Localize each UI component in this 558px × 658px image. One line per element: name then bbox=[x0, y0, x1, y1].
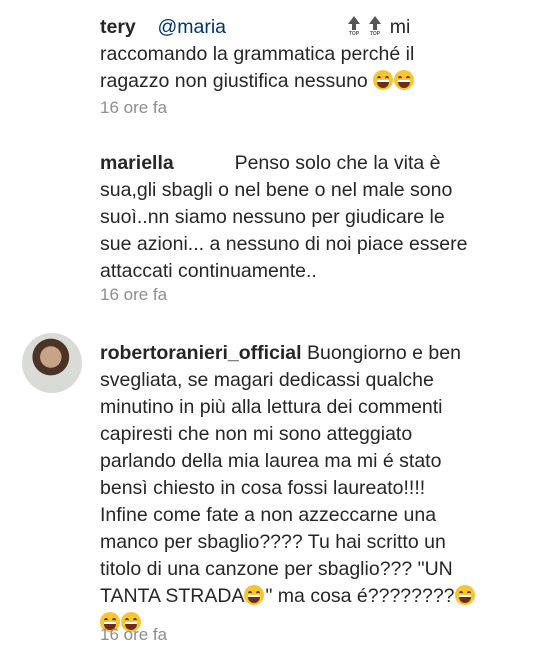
comment-text: parlando della mia laurea ma mi é stato bbox=[100, 450, 442, 472]
comment-text: minutino in più alla lettura dei comment… bbox=[100, 396, 443, 418]
comment-robertoranieri: robertoranieri_official Buongiorno e ben… bbox=[100, 340, 540, 637]
comment-text: sue azioni... a nessuno di noi piace ess… bbox=[100, 233, 468, 255]
comment-text: sua,gli sbagli o nel bene o nel male son… bbox=[100, 179, 453, 201]
comment-text: Buongiorno e ben bbox=[306, 342, 461, 364]
avatar[interactable] bbox=[22, 333, 82, 393]
comments-page: tery @maria TOP TOP mi raccomando la gra… bbox=[0, 0, 558, 658]
comment-text: mi bbox=[389, 16, 411, 38]
comment-text: Penso solo che la vita è bbox=[234, 152, 441, 174]
comment-text: svegliata, se magari dedicassi qualche bbox=[100, 369, 434, 391]
comment-timestamp: 16 ore fa bbox=[100, 625, 168, 644]
svg-text:TOP: TOP bbox=[349, 31, 360, 35]
comment-text: raccomando la grammatica perché il bbox=[100, 43, 415, 65]
grinning-sweat-emoji bbox=[244, 585, 265, 605]
mention-link[interactable]: @maria bbox=[157, 16, 226, 38]
comment-text: bensì chiesto in cosa fossi laureato!!!! bbox=[100, 477, 426, 499]
comment-username[interactable]: tery bbox=[100, 16, 136, 38]
comment-timestamp: 16 ore fa bbox=[100, 285, 168, 304]
grinning-sweat-emoji bbox=[373, 70, 394, 90]
grinning-sweat-emoji bbox=[454, 585, 475, 605]
comment-text: " ma cosa é???????? bbox=[265, 585, 455, 607]
comment-text: Infine come fate a non azzeccarne una bbox=[100, 504, 437, 526]
svg-text:TOP: TOP bbox=[370, 31, 381, 35]
comment-tery: tery @maria TOP TOP mi raccomando la gra… bbox=[100, 14, 540, 95]
comment-text: capiresti che non mi sono atteggiato bbox=[100, 423, 413, 445]
comment-text: manco per sbaglio???? Tu hai scritto un bbox=[100, 531, 446, 553]
comment-timestamp: 16 ore fa bbox=[100, 98, 168, 117]
comment-mariella: mariella Penso solo che la vita è sua,gl… bbox=[100, 150, 540, 285]
comment-username[interactable]: robertoranieri_official bbox=[100, 342, 302, 364]
comment-text: attaccati continuamente.. bbox=[100, 260, 317, 282]
top-arrow-icon: TOP bbox=[347, 16, 360, 35]
comment-text: titolo di una canzone per sbaglio??? "UN bbox=[100, 558, 453, 580]
comment-text: ragazzo non giustifica nessuno bbox=[100, 70, 368, 92]
comment-text: suoì..nn siamo nessuno per giudicare le bbox=[100, 206, 445, 228]
grinning-sweat-emoji bbox=[394, 70, 415, 90]
top-arrow-icon: TOP bbox=[369, 16, 382, 35]
comment-username[interactable]: mariella bbox=[100, 152, 174, 174]
comment-text: TANTA STRADA bbox=[100, 585, 245, 607]
